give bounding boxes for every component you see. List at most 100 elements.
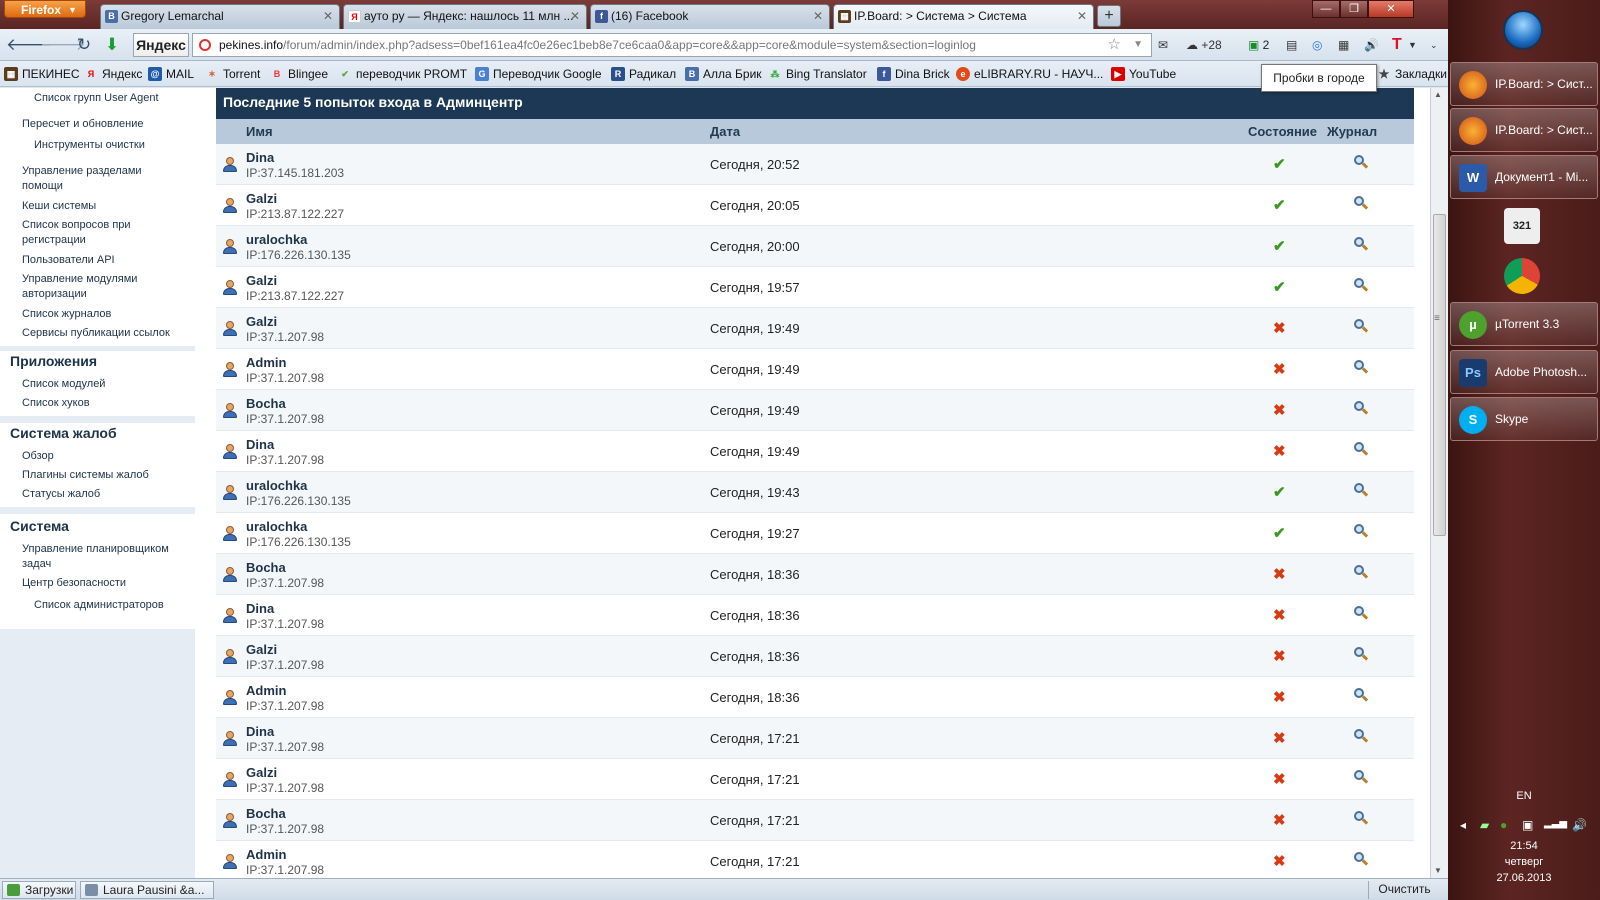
download-arrow-icon[interactable]: ⬇ (100, 34, 124, 56)
row-username[interactable]: Dina (246, 437, 274, 452)
tray-app-icon[interactable]: ▰ (1480, 818, 1489, 832)
magnifier-log-icon[interactable] (1354, 647, 1369, 663)
chevron-down-icon[interactable]: ▼ (1408, 36, 1417, 54)
sync-icon[interactable]: ◎ (1312, 36, 1322, 54)
forward-arrow-icon[interactable]: 🡒 (40, 34, 86, 56)
magnifier-log-icon[interactable] (1354, 770, 1369, 786)
bookmark-elibrary[interactable]: e eLIBRARY.RU - НАУЧ... (956, 65, 1103, 83)
sidebar-item-recount[interactable]: Пересчет и обновление (22, 117, 192, 132)
status-tab-item[interactable]: Laura Pausini &a... (80, 881, 214, 899)
row-username[interactable]: Bocha (246, 806, 286, 821)
magnifier-log-icon[interactable] (1354, 852, 1369, 868)
sidebar-item-cleanup-tools[interactable]: Инструменты очистки (34, 138, 204, 153)
back-arrow-icon[interactable]: 🡐 (6, 34, 52, 56)
row-username[interactable]: uralochka (246, 232, 307, 247)
magnifier-log-icon[interactable] (1354, 483, 1369, 499)
chrome-icon[interactable] (1504, 258, 1540, 294)
magnifier-log-icon[interactable] (1354, 606, 1369, 622)
url-dropdown-icon[interactable]: ▼ (1133, 34, 1143, 56)
sidebar-item-logs[interactable]: Список журналов (22, 307, 192, 322)
notification-badge-icon[interactable]: ▣ 2 (1248, 36, 1269, 54)
media-player-icon[interactable]: 321 (1504, 208, 1540, 244)
scrollbar-thumb[interactable] (1433, 214, 1446, 536)
magnifier-log-icon[interactable] (1354, 319, 1369, 335)
magnifier-log-icon[interactable] (1354, 278, 1369, 294)
scroll-down-arrow-icon[interactable]: ▼ (1434, 866, 1442, 875)
sidebar-item-report-plugins[interactable]: Плагины системы жалоб (22, 468, 192, 483)
row-username[interactable]: Dina (246, 724, 274, 739)
new-tab-button[interactable]: + (1097, 5, 1121, 27)
close-tab-icon[interactable]: ✕ (323, 5, 333, 27)
close-tab-icon[interactable]: ✕ (570, 5, 580, 27)
sidebar-item-user-agent-groups[interactable]: Список групп User Agent (34, 91, 204, 106)
addon-icon[interactable]: ▤ (1286, 36, 1297, 54)
row-username[interactable]: Dina (246, 150, 274, 165)
tray-expand-arrow-icon[interactable]: ◂ (1460, 818, 1466, 832)
scroll-up-arrow-icon[interactable]: ▲ (1434, 90, 1442, 99)
chevron-down-icon[interactable]: ⌄ (1430, 36, 1438, 54)
bookmark-google-translate[interactable]: G Переводчик Google (475, 65, 602, 83)
sidebar-item-admins-list[interactable]: Список администраторов (34, 598, 204, 613)
weather-cloud-icon[interactable]: ☁ +28 (1186, 36, 1222, 54)
sidebar-item-auth-modules[interactable]: Управление модулями авторизации (22, 272, 152, 302)
speaker-icon[interactable]: 🔊 (1364, 36, 1379, 54)
row-username[interactable]: Bocha (246, 396, 286, 411)
sidebar-item-system-caches[interactable]: Кеши системы (22, 199, 192, 214)
bookmark-pekines[interactable]: ▦ ПЕКИНЕС (4, 65, 80, 83)
sidebar-item-hooks[interactable]: Список хуков (22, 396, 192, 411)
close-window-button[interactable]: ✕ (1368, 0, 1414, 18)
sidebar-item-modules[interactable]: Список модулей (22, 377, 192, 392)
signal-bars-icon[interactable]: ▂▃▅ (1544, 818, 1567, 829)
magnifier-log-icon[interactable] (1354, 155, 1369, 171)
row-username[interactable]: Dina (246, 601, 274, 616)
translate-t-icon[interactable]: T (1392, 36, 1402, 54)
addon-puzzle-icon[interactable]: ▦ (1338, 36, 1349, 54)
sidebar-item-report-statuses[interactable]: Статусы жалоб (22, 487, 192, 502)
vertical-scrollbar[interactable]: ▲ ≡ ▼ (1430, 88, 1448, 878)
sidebar-item-security-center[interactable]: Центр безопасности (22, 576, 192, 591)
row-username[interactable]: uralochka (246, 519, 307, 534)
firefox-menu-button[interactable]: Firefox ▼ (4, 0, 86, 18)
site-identity-icon[interactable] (199, 39, 211, 51)
tab-facebook[interactable]: f (16) Facebook ✕ (590, 4, 830, 29)
bookmark-mail[interactable]: @ MAIL (148, 65, 194, 83)
magnifier-log-icon[interactable] (1354, 688, 1369, 704)
magnifier-log-icon[interactable] (1354, 811, 1369, 827)
yandex-button[interactable]: Яндекс (133, 33, 189, 57)
taskbar-photoshop[interactable]: Ps Adobe Photosh... (1450, 350, 1598, 394)
bookmark-promt[interactable]: ✔ переводчик PROMT (338, 65, 467, 83)
row-username[interactable]: Galzi (246, 314, 277, 329)
minimize-button[interactable]: — (1312, 0, 1340, 18)
language-indicator[interactable]: EN (1448, 790, 1600, 802)
bookmark-star-icon[interactable]: ☆ (1108, 34, 1121, 56)
row-username[interactable]: Galzi (246, 642, 277, 657)
sidebar-item-task-scheduler[interactable]: Управление планировщиком задач (22, 542, 182, 572)
magnifier-log-icon[interactable] (1354, 237, 1369, 253)
bookmarks-menu[interactable]: ★ Закладки (1377, 65, 1447, 83)
sidebar-item-registration-questions[interactable]: Список вопросов при регистрации (22, 218, 152, 248)
bookmark-youtube[interactable]: ▶ YouTube (1111, 65, 1176, 83)
sidebar-item-link-services[interactable]: Сервисы публикации ссылок (22, 326, 192, 341)
reload-icon[interactable]: ↻ (72, 34, 96, 56)
address-bar[interactable]: pekines.info/forum/admin/index.php?adses… (192, 33, 1152, 57)
sidebar-item-overview[interactable]: Обзор (22, 449, 192, 464)
tab-yandex[interactable]: Яауто ру — Яндекс: нашлось 11 млн ... ✕ (343, 4, 587, 29)
taskbar-firefox-2[interactable]: IP.Board: > Сист... (1450, 108, 1598, 152)
magnifier-log-icon[interactable] (1354, 442, 1369, 458)
close-tab-icon[interactable]: ✕ (1077, 5, 1087, 27)
row-username[interactable]: Galzi (246, 191, 277, 206)
row-username[interactable]: Admin (246, 847, 286, 862)
magnifier-log-icon[interactable] (1354, 565, 1369, 581)
maximize-button[interactable]: ❐ (1340, 0, 1368, 18)
utorrent-tray-icon[interactable]: ● (1500, 818, 1507, 832)
magnifier-log-icon[interactable] (1354, 196, 1369, 212)
taskbar-word[interactable]: W Документ1 - Mi... (1450, 155, 1598, 199)
clear-button[interactable]: Очистить (1368, 881, 1440, 899)
magnifier-log-icon[interactable] (1354, 729, 1369, 745)
bookmark-radikal[interactable]: R Радикал (611, 65, 676, 83)
magnifier-log-icon[interactable] (1354, 360, 1369, 376)
bookmark-yandex[interactable]: Я Яндекс (84, 65, 143, 83)
windows-start-icon[interactable] (1503, 10, 1543, 50)
tray-device-icon[interactable]: ▣ (1522, 818, 1533, 832)
magnifier-log-icon[interactable] (1354, 401, 1369, 417)
